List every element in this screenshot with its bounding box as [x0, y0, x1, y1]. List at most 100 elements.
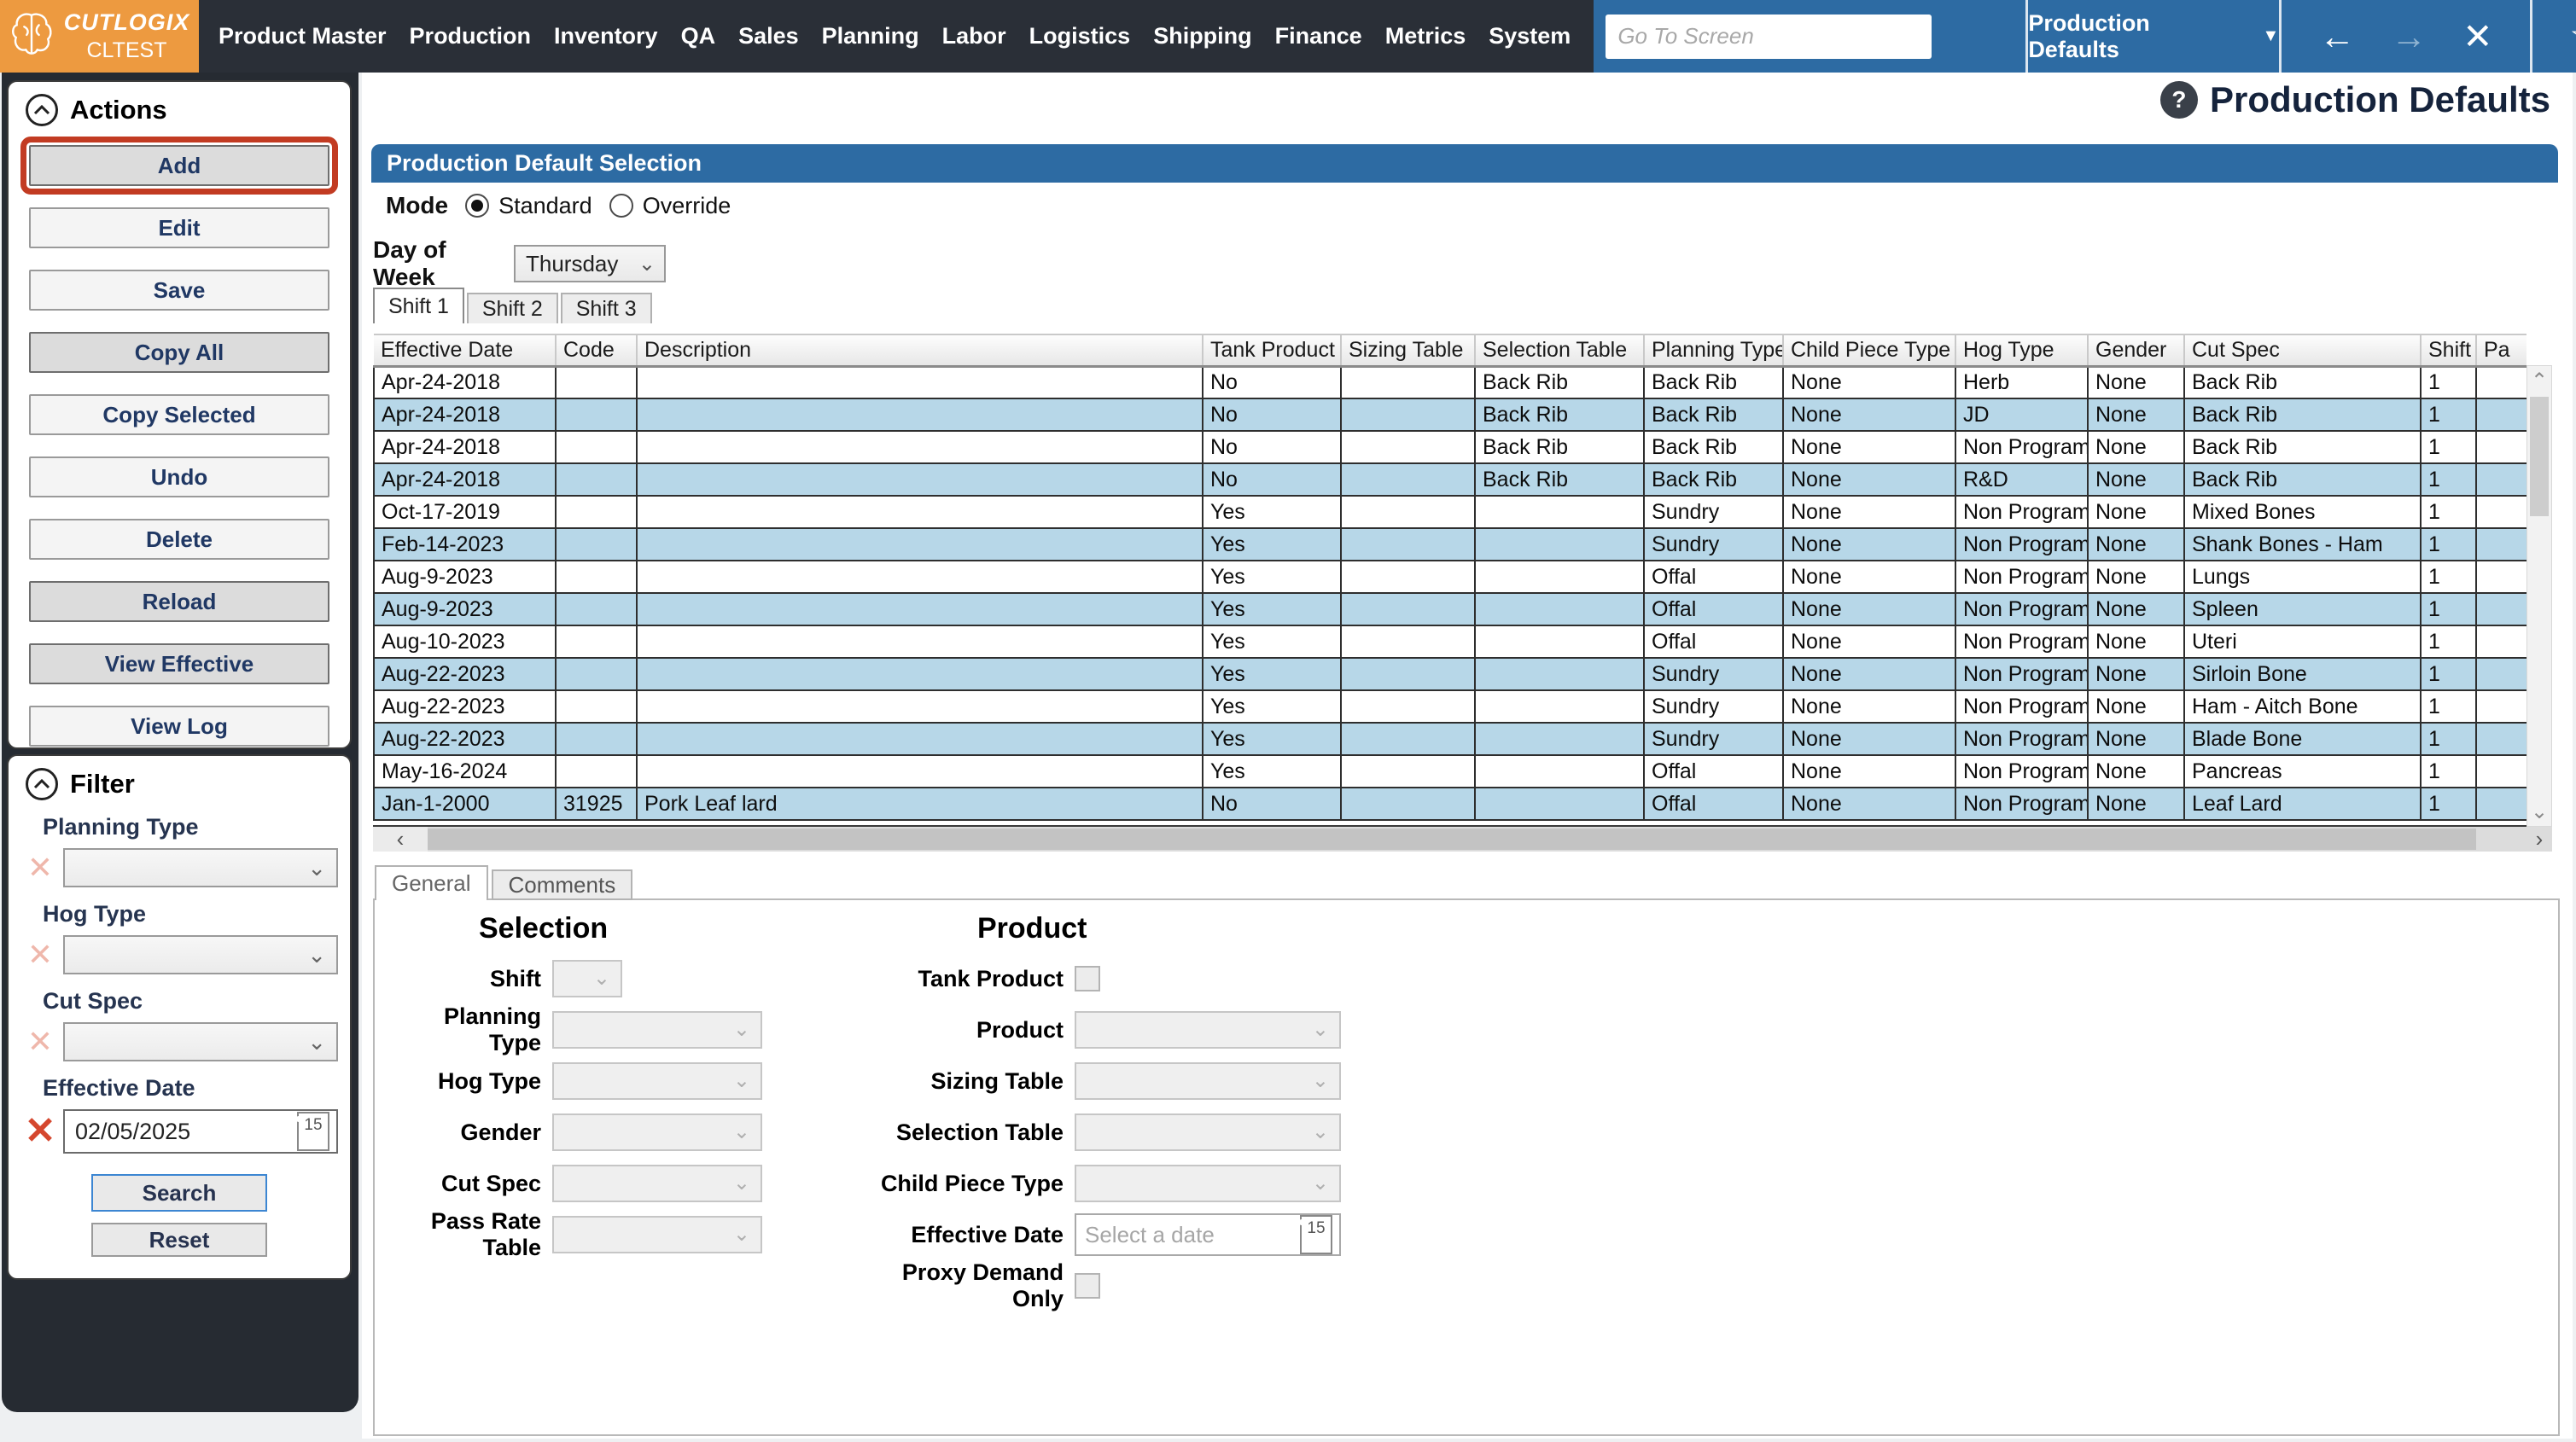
cell-child-piece-type[interactable]: None	[1783, 496, 1955, 528]
cell-sizing-table[interactable]	[1341, 658, 1475, 690]
cell-child-piece-type[interactable]: None	[1783, 593, 1955, 625]
app-logo[interactable]: CUTLOGIX CLTEST	[0, 0, 199, 73]
copy-selected-button[interactable]: Copy Selected	[29, 394, 329, 435]
cell-shift[interactable]: 1	[2421, 366, 2476, 398]
cell-child-piece-type[interactable]: None	[1783, 528, 1955, 561]
cell-description[interactable]	[637, 398, 1203, 431]
cell-code[interactable]	[556, 658, 637, 690]
cell-code[interactable]	[556, 431, 637, 463]
cell-pass-rate[interactable]	[2476, 561, 2526, 593]
cell-effective-date[interactable]: Jan-1-2000	[374, 788, 556, 820]
cell-shift[interactable]: 1	[2421, 723, 2476, 755]
cell-code[interactable]	[556, 528, 637, 561]
cell-child-piece-type[interactable]: None	[1783, 723, 1955, 755]
cell-effective-date[interactable]: Apr-24-2018	[374, 398, 556, 431]
view-log-button[interactable]: View Log	[29, 706, 329, 747]
cell-pass-rate[interactable]	[2476, 593, 2526, 625]
cell-code[interactable]	[556, 723, 637, 755]
scrollbar-thumb[interactable]	[428, 829, 2476, 850]
close-screen-icon[interactable]: ✕	[2462, 19, 2492, 55]
cell-description[interactable]	[637, 561, 1203, 593]
cell-gender[interactable]: None	[2088, 561, 2184, 593]
cell-planning-type[interactable]: Offal	[1644, 788, 1783, 820]
cell-selection-table[interactable]: Back Rib	[1475, 366, 1644, 398]
cell-pass-rate[interactable]	[2476, 690, 2526, 723]
col-tank-product[interactable]: Tank Product	[1203, 334, 1341, 366]
scroll-down-icon[interactable]: ⌄	[2527, 797, 2551, 826]
col-description[interactable]: Description	[637, 334, 1203, 366]
scroll-right-icon[interactable]: ›	[2526, 827, 2552, 852]
favorite-star-icon[interactable]: ☆	[2569, 16, 2576, 57]
nav-item[interactable]: Metrics	[1385, 23, 1466, 49]
cell-selection-table[interactable]	[1475, 690, 1644, 723]
add-button[interactable]: Add	[29, 145, 329, 186]
forward-arrow-icon[interactable]: →	[2391, 19, 2427, 55]
table-row[interactable]: Aug-9-2023 Yes Offal None Non Program No…	[374, 593, 2526, 625]
cell-cut-spec[interactable]: Lungs	[2184, 561, 2421, 593]
cell-sizing-table[interactable]	[1341, 625, 1475, 658]
cell-shift[interactable]: 1	[2421, 463, 2476, 496]
cell-code[interactable]	[556, 366, 637, 398]
nav-item[interactable]: Product Master	[219, 23, 387, 49]
cell-code[interactable]	[556, 496, 637, 528]
horizontal-scrollbar[interactable]: ‹ ›	[373, 827, 2552, 852]
cell-effective-date[interactable]: Apr-24-2018	[374, 431, 556, 463]
cell-tank-product[interactable]: No	[1203, 398, 1341, 431]
reload-button[interactable]: Reload	[29, 581, 329, 622]
clear-filter-icon[interactable]: ✕	[17, 939, 63, 970]
cell-hog-type[interactable]: Non Program	[1955, 788, 2088, 820]
cell-sizing-table[interactable]	[1341, 398, 1475, 431]
col-code[interactable]: Code	[556, 334, 637, 366]
cell-cut-spec[interactable]: Blade Bone	[2184, 723, 2421, 755]
cell-description[interactable]	[637, 431, 1203, 463]
cell-gender[interactable]: None	[2088, 658, 2184, 690]
cell-description[interactable]	[637, 366, 1203, 398]
table-row[interactable]: Aug-9-2023 Yes Offal None Non Program No…	[374, 561, 2526, 593]
cell-gender[interactable]: None	[2088, 625, 2184, 658]
cell-child-piece-type[interactable]: None	[1783, 755, 1955, 788]
filter-cut-spec-select[interactable]: ⌄	[63, 1022, 338, 1061]
cell-planning-type[interactable]: Sundry	[1644, 528, 1783, 561]
nav-item[interactable]: Finance	[1275, 23, 1362, 49]
calendar-icon[interactable]: 15	[297, 1112, 329, 1151]
cell-selection-table[interactable]	[1475, 528, 1644, 561]
cell-description[interactable]	[637, 658, 1203, 690]
cell-tank-product[interactable]: Yes	[1203, 561, 1341, 593]
cell-hog-type[interactable]: R&D	[1955, 463, 2088, 496]
cell-description[interactable]	[637, 463, 1203, 496]
cell-shift[interactable]: 1	[2421, 496, 2476, 528]
nav-item[interactable]: Inventory	[554, 23, 658, 49]
hog-type-select[interactable]: ⌄	[552, 1062, 762, 1100]
cell-effective-date[interactable]: May-16-2024	[374, 755, 556, 788]
planning-type-select[interactable]: ⌄	[552, 1011, 762, 1049]
cell-cut-spec[interactable]: Mixed Bones	[2184, 496, 2421, 528]
cell-effective-date[interactable]: Aug-9-2023	[374, 593, 556, 625]
col-pass-rate[interactable]: Pa	[2476, 334, 2526, 366]
cell-sizing-table[interactable]	[1341, 593, 1475, 625]
cell-hog-type[interactable]: Non Program	[1955, 755, 2088, 788]
tab-general[interactable]: General	[375, 865, 488, 900]
go-to-screen-input[interactable]	[1606, 15, 1932, 59]
col-planning-type[interactable]: Planning Type	[1644, 334, 1783, 366]
cell-selection-table[interactable]	[1475, 593, 1644, 625]
table-row[interactable]: Feb-14-2023 Yes Sundry None Non Program …	[374, 528, 2526, 561]
cell-hog-type[interactable]: Non Program	[1955, 625, 2088, 658]
cell-hog-type[interactable]: JD	[1955, 398, 2088, 431]
cell-sizing-table[interactable]	[1341, 431, 1475, 463]
col-selection-table[interactable]: Selection Table	[1475, 334, 1644, 366]
cell-description[interactable]	[637, 593, 1203, 625]
nav-item[interactable]: System	[1489, 23, 1571, 49]
cell-description[interactable]	[637, 496, 1203, 528]
child-piece-type-select[interactable]: ⌄	[1075, 1165, 1341, 1202]
tab-shift-2[interactable]: Shift 2	[467, 293, 558, 323]
cell-pass-rate[interactable]	[2476, 788, 2526, 820]
cell-description[interactable]	[637, 755, 1203, 788]
table-row[interactable]: Aug-22-2023 Yes Sundry None Non Program …	[374, 658, 2526, 690]
cell-child-piece-type[interactable]: None	[1783, 398, 1955, 431]
cell-cut-spec[interactable]: Shank Bones - Ham	[2184, 528, 2421, 561]
shift-select[interactable]: ⌄	[552, 960, 622, 997]
cell-shift[interactable]: 1	[2421, 561, 2476, 593]
radio-standard[interactable]	[465, 194, 489, 218]
cell-cut-spec[interactable]: Leaf Lard	[2184, 788, 2421, 820]
cell-selection-table[interactable]	[1475, 755, 1644, 788]
